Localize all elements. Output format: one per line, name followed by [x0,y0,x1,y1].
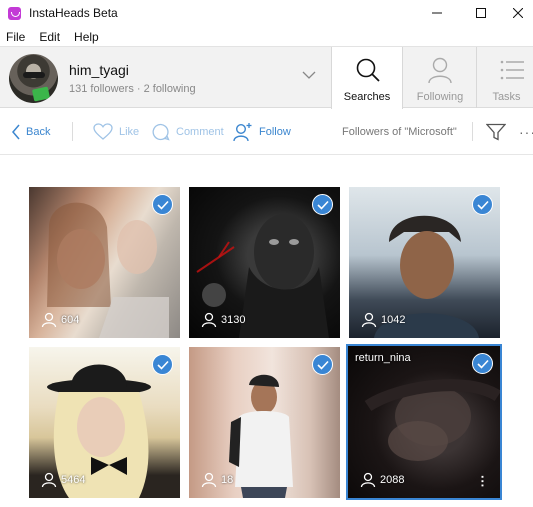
account-stats: 131 followers · 2 following [69,83,196,95]
follower-count-value: 2088 [380,474,405,486]
add-user-icon [233,122,252,141]
selected-check-icon[interactable] [152,194,173,215]
selected-check-icon[interactable] [312,354,333,375]
tab-following-label: Following [416,91,464,103]
results-grid: 604 3130 1042 5464 18 return_nina 2088 ·… [0,156,533,507]
minimize-icon [432,12,442,14]
follower-count: 18 [201,472,233,488]
app-window: InstaHeads Beta File Edit Help him_tyagi… [0,0,533,507]
result-card[interactable]: 5464 [29,347,180,498]
result-card-hovered[interactable]: return_nina 2088 ··· [346,344,502,500]
follower-count-value: 3130 [221,314,246,326]
maximize-icon [476,8,486,18]
filter-button[interactable] [486,108,506,155]
follower-count: 5464 [41,472,85,488]
filter-icon [486,123,506,141]
selected-check-icon[interactable] [472,194,493,215]
list-icon [500,60,524,80]
like-label: Like [119,125,140,138]
selected-check-icon[interactable] [312,194,333,215]
person-icon [41,472,57,488]
window-title: InstaHeads Beta [29,6,118,20]
comment-icon [152,123,170,141]
card-menu-icon[interactable]: ··· [475,475,490,488]
follower-count-value: 604 [61,314,80,326]
more-icon: ··· [519,123,533,140]
minimize-button[interactable] [414,0,460,26]
result-card[interactable]: 3130 [189,187,340,338]
divider [472,122,473,141]
tab-following[interactable]: Following [404,47,476,108]
person-icon [360,472,376,488]
follower-count: 2088 [360,472,404,488]
follower-count: 1042 [361,312,405,328]
follower-count-value: 1042 [381,314,406,326]
search-context-label: Followers of "Microsoft" [342,125,457,138]
close-button[interactable] [502,0,533,26]
heart-icon [93,122,113,140]
account-header: him_tyagi 131 followers · 2 following Se… [0,46,533,109]
more-button[interactable]: ··· [519,108,533,155]
menu-file[interactable]: File [0,28,32,46]
follower-count: 604 [41,312,79,328]
close-icon [512,8,523,18]
tab-tasks-label: Tasks [492,91,521,103]
result-card[interactable]: 1042 [349,187,500,338]
person-icon [201,472,217,488]
person-icon [428,57,452,84]
title-bar: InstaHeads Beta [0,0,533,26]
divider [72,122,73,141]
chevron-left-icon [12,124,20,139]
tab-tasks[interactable]: Tasks [476,47,533,108]
selected-check-icon[interactable] [152,354,173,375]
like-button[interactable]: Like [93,108,139,155]
tab-searches-label: Searches [343,91,391,103]
back-button[interactable]: Back [12,108,50,155]
result-card[interactable]: 18 [189,347,340,498]
maximize-button[interactable] [458,0,504,26]
follower-count: 3130 [201,312,245,328]
menu-bar: File Edit Help [0,28,106,46]
app-logo-icon [8,6,21,20]
menu-edit[interactable]: Edit [32,28,67,46]
tab-searches[interactable]: Searches [331,47,403,109]
back-label: Back [26,125,51,138]
action-toolbar: Back Like Comment Follow Followers of "M… [0,108,533,155]
comment-button[interactable]: Comment [152,108,224,155]
follower-count-value: 18 [221,474,234,486]
follow-button[interactable]: Follow [233,108,291,155]
person-icon [361,312,377,328]
result-username[interactable]: return_nina [355,352,411,364]
comment-label: Comment [176,125,224,138]
result-card[interactable]: 604 [29,187,180,338]
follower-count-value: 5464 [61,474,86,486]
chevron-down-icon[interactable] [302,71,316,80]
selected-check-icon[interactable] [472,353,493,374]
person-icon [201,312,217,328]
search-context: Followers of "Microsoft" [342,108,457,155]
menu-help[interactable]: Help [67,28,106,46]
person-icon [41,312,57,328]
search-icon [356,58,380,82]
avatar[interactable] [9,54,58,103]
account-username[interactable]: him_tyagi [69,62,129,78]
follow-label: Follow [259,125,291,138]
